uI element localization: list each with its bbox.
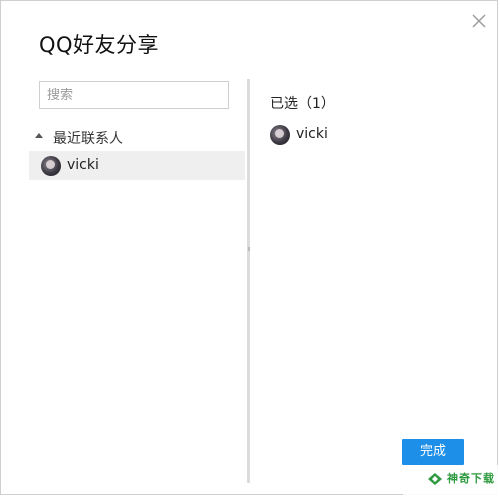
group-label: 最近联系人 [53,131,123,147]
selected-item[interactable]: vicki [270,123,470,147]
avatar [41,156,61,176]
done-button[interactable]: 完成 [402,439,464,465]
watermark: 神奇下载 [403,465,499,495]
divider-grip[interactable] [248,247,250,251]
share-dialog: QQ好友分享 最近联系人 vicki 已选（1） vicki 完成 [0,0,499,495]
leaf-logo-icon [427,471,443,485]
watermark-text: 神奇下载 [447,472,495,485]
selected-name: vicki [296,126,328,142]
selected-pane: 已选（1） vicki [261,79,491,483]
pane-divider[interactable] [247,79,250,483]
contact-name: vicki [67,157,99,173]
list-item[interactable]: vicki [29,151,245,180]
selected-count-label: 已选（1） [270,96,335,112]
group-recent-contacts[interactable]: 最近联系人 [29,127,245,149]
close-icon[interactable] [469,11,489,31]
triangle-expanded-icon[interactable] [35,133,43,138]
avatar [270,125,290,145]
dialog-title: QQ好友分享 [39,33,160,57]
contact-list-pane: 最近联系人 vicki [29,79,250,483]
search-input[interactable] [47,88,217,103]
search-box[interactable] [39,81,229,109]
